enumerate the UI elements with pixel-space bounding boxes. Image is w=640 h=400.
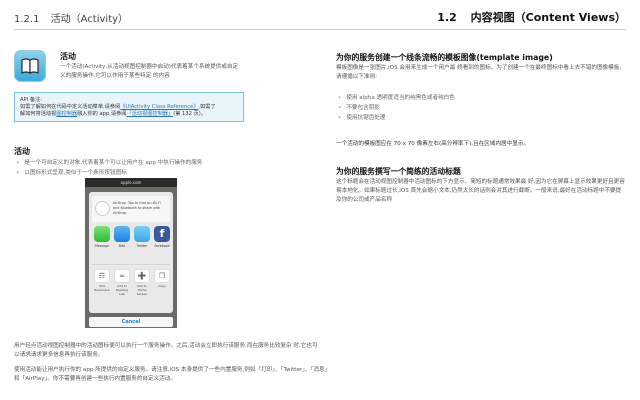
template-size-note: 一个活动的模板图应在 70 x 70 像素左右(高分辨率下),且在区域内居中显示… (336, 141, 530, 147)
bookmark-icon: ☶ (94, 269, 110, 283)
section-title: 活动（Activity） (50, 14, 129, 25)
reading-list-icon: ∞ (114, 269, 130, 283)
body-paragraph: 用户轻点活动视图控制器中的活动图标便可以执行一个服务操作。之后,活动会立即执行该… (14, 343, 318, 358)
icon-block-title: 活动 (60, 52, 76, 61)
share-app[interactable]: f Facebook (154, 226, 170, 248)
activity-bullets: 是一个可自定义的对象,代表着某个可以让用户在 app 中执行操作的服务 以图标形… (16, 158, 256, 178)
template-image-bullets: 使用 alpha 透明度适当的纯黑色或者纯白色 不要包含阴影 使用抗锯齿处理 (338, 93, 618, 123)
airdrop-icon (95, 201, 110, 216)
share-action[interactable]: ❐ Copy (154, 269, 170, 288)
share-action[interactable]: ➕ Add to Home Screen (134, 269, 150, 296)
template-image-paragraph: 模板图像是一张图片,iOS 会用来生成一个用户最 终看到的图标。为了创建一个在最… (336, 65, 622, 80)
status-bar: apple.com (85, 178, 177, 187)
share-app[interactable]: Message (94, 226, 110, 248)
airdrop-text: AirDrop. Tap to turn on Wi-Fi and Blueto… (113, 201, 161, 215)
airdrop-panel: AirDrop. Tap to turn on Wi-Fi and Blueto… (92, 196, 170, 222)
chapter-title: 内容视图（Content Views） (470, 11, 626, 24)
share-sheet-screenshot: apple.com AirDrop. Tap to turn on Wi-Fi … (85, 178, 177, 328)
share-app[interactable]: Mail (114, 226, 130, 248)
uiactivity-reference-link[interactable]: 《UIActivity Class Reference》 (120, 104, 198, 110)
share-apps-row: Message Mail Twitter f Facebook (92, 226, 170, 260)
activity-title-heading: 为你的服务撰写一个简练的活动标题 (336, 167, 461, 176)
running-header-right: 1.2 内容视图（Content Views） (437, 9, 626, 25)
share-app[interactable]: Twitter (134, 226, 150, 248)
activity-section-title: 活动 (14, 147, 30, 156)
header-divider (14, 29, 626, 30)
list-item: 不要包含阴影 (338, 103, 618, 113)
activity-title-paragraph: 这个标题会在活动视图控制器中活动图标的下方显示。简短的标题通常效果最 好,因为它… (336, 179, 625, 203)
list-item: 使用抗锯齿处理 (338, 113, 618, 123)
body-paragraph: 使用活动能让用户执行你的 app 所提供的自定义服务。请注意,iOS 本身提供了… (14, 367, 328, 382)
template-image-heading: 为你的服务创建一个线条流畅的模板图像(template image) (336, 53, 553, 62)
share-action[interactable]: ☶ Add Bookmark (94, 269, 110, 292)
share-actions-row: ☶ Add Bookmark ∞ Add to Reading List ➕ A… (92, 264, 170, 296)
copy-icon: ❐ (154, 269, 170, 283)
api-note: API 备注: 如需了解如何在代码中定义活动菜单,请参阅《UIActivity … (14, 92, 244, 122)
section-number: 1.2.1 (14, 14, 40, 25)
api-note-label: API 备注: (20, 97, 42, 103)
view-controller-link[interactable]: 图控制器 (56, 111, 77, 117)
cancel-button[interactable]: Cancel (89, 317, 173, 327)
api-note-line2: 解如何将活动视图控制器融入你的 app,请参阅「活动视图控制器」(第 132 页… (20, 111, 206, 117)
share-action[interactable]: ∞ Add to Reading List (114, 269, 130, 296)
running-header-left: 1.2.1 活动（Activity） (14, 10, 128, 25)
mail-icon (114, 226, 130, 242)
home-screen-icon: ➕ (134, 269, 150, 283)
activity-view-controller-link[interactable]: 「活动视图控制器」 (126, 111, 173, 117)
share-sheet: AirDrop. Tap to turn on Wi-Fi and Blueto… (89, 192, 173, 313)
list-item: 以图标形式呈现,类似于一个条形按钮图标 (16, 168, 256, 178)
chapter-number: 1.2 (437, 11, 457, 24)
twitter-icon (134, 226, 150, 242)
book-icon (14, 50, 46, 82)
list-item: 是一个可自定义的对象,代表着某个可以让用户在 app 中执行操作的服务 (16, 158, 256, 168)
list-item: 使用 alpha 透明度适当的纯黑色或者纯白色 (338, 93, 618, 103)
api-note-line1: 如需了解如何在代码中定义活动菜单,请参阅《UIActivity Class Re… (20, 104, 216, 110)
messages-icon (94, 226, 110, 242)
icon-block-description: 一个活动(Activity,从活动视图控制器中启动)代表着某个系统提供或自定义的… (60, 64, 239, 79)
facebook-icon: f (154, 226, 170, 242)
